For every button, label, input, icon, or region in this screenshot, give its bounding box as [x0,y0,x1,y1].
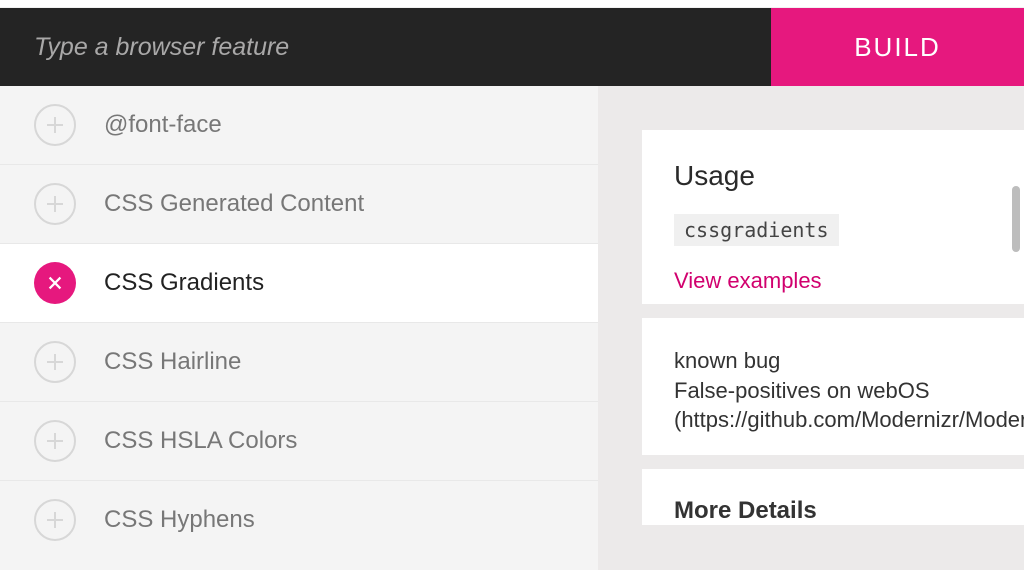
plus-icon [34,104,76,146]
feature-item-generated-content[interactable]: CSS Generated Content [0,165,598,244]
feature-item-hyphens[interactable]: CSS Hyphens [0,481,598,559]
more-details-section: More Details [642,469,1024,525]
feature-item-hairline[interactable]: CSS Hairline [0,323,598,402]
feature-item-gradients[interactable]: CSS Gradients [0,244,598,323]
feature-label: CSS Gradients [104,269,264,297]
usage-heading: Usage [674,160,992,192]
known-bug-section: known bug False-positives on webOS (http… [642,318,1024,455]
build-button[interactable]: BUILD [771,8,1024,86]
feature-label: CSS Generated Content [104,190,364,218]
known-bug-line2: (https://github.com/Modernizr/Moder [674,405,992,435]
feature-label: CSS HSLA Colors [104,427,297,455]
top-bar: BUILD [0,8,1024,86]
usage-section: Usage cssgradients View examples [642,130,1024,304]
feature-label: @font-face [104,111,222,139]
feature-label: CSS Hyphens [104,506,255,534]
more-details-heading: More Details [674,497,992,525]
main-content: @font-face CSS Generated Content CSS Gra… [0,86,1024,570]
feature-item-hsla[interactable]: CSS HSLA Colors [0,402,598,481]
usage-code: cssgradients [674,214,839,246]
scrollbar-thumb[interactable] [1012,186,1020,252]
plus-icon [34,499,76,541]
details-panel: Usage cssgradients View examples known b… [642,86,1024,570]
feature-item-font-face[interactable]: @font-face [0,86,598,165]
known-bug-line1: False-positives on webOS [674,376,992,406]
plus-icon [34,420,76,462]
search-input[interactable] [0,8,771,86]
known-bug-heading: known bug [674,346,992,376]
feature-list: @font-face CSS Generated Content CSS Gra… [0,86,598,570]
plus-icon [34,183,76,225]
plus-icon [34,341,76,383]
close-icon[interactable] [34,262,76,304]
right-gutter [598,86,642,570]
feature-label: CSS Hairline [104,348,241,376]
view-examples-link[interactable]: View examples [674,268,822,293]
